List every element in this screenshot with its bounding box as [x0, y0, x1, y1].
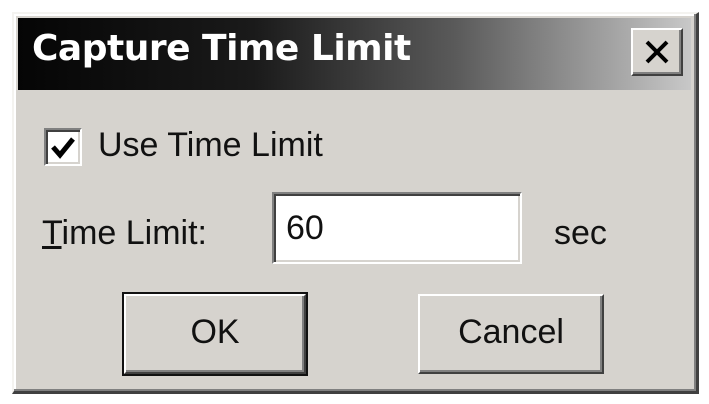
use-time-limit-checkbox[interactable]	[44, 128, 82, 166]
time-limit-label-text: ime Limit:	[61, 214, 207, 252]
window-title: Capture Time Limit	[32, 28, 411, 69]
close-icon	[645, 40, 669, 64]
time-limit-label: Time Limit:	[42, 214, 207, 253]
cancel-button[interactable]: Cancel	[418, 294, 604, 374]
ok-button[interactable]: OK	[122, 292, 308, 376]
close-button[interactable]	[631, 28, 683, 76]
time-limit-mnemonic: T	[42, 214, 62, 252]
time-limit-input[interactable]	[272, 192, 522, 264]
capture-time-limit-dialog: Capture Time Limit Use Time Limit Time L…	[12, 12, 699, 394]
checkmark-icon	[51, 137, 75, 159]
use-time-limit-label[interactable]: Use Time Limit	[98, 126, 323, 165]
title-bar[interactable]: Capture Time Limit	[18, 18, 691, 90]
time-unit-label: sec	[554, 214, 607, 252]
